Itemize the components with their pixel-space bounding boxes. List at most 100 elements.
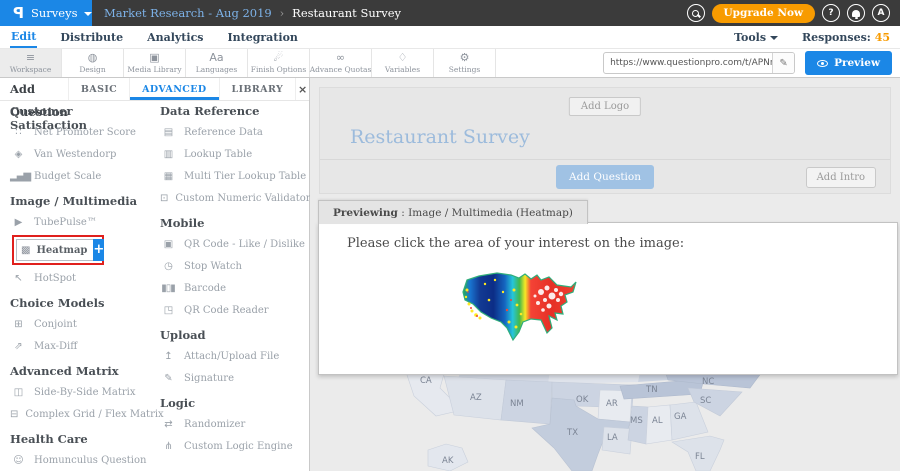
state-label: FL [695,452,705,462]
state-label: GA [674,412,687,422]
edit-url-button[interactable]: ✎ [772,53,794,73]
nps-icon: ∷ [10,127,26,138]
survey-url-field[interactable]: https://www.questionpro.com/t/APNrFZ ✎ [603,52,795,74]
branch-icon: ⋔ [160,441,176,452]
preview-button[interactable]: Preview [805,51,892,75]
tab-advanced[interactable]: ADVANCED [129,78,218,100]
toolbar-tab-finish-options[interactable]: ☄ Finish Options [248,49,310,77]
state-label: NC [702,377,714,387]
toolbar-tab-design[interactable]: ◍ Design [62,49,124,77]
brand-surveys-menu[interactable]: P Surveys [0,0,92,26]
toolbar-tab-advance-quotas[interactable]: ∞ Advance Quotas [310,49,372,77]
survey-url[interactable]: https://www.questionpro.com/t/APNrFZ [604,53,772,73]
qtype-homunculus[interactable]: ☺Homunculus Question [10,449,150,471]
qtype-van-westendorp[interactable]: ◈Van Westendorp [10,143,150,165]
upload-icon: ↥ [160,351,176,362]
breadcrumb-separator: › [280,7,284,20]
add-heatmap-button[interactable]: + [93,239,104,261]
toolbar-tab-settings[interactable]: ⚙ Settings [434,49,496,77]
qtype-signature[interactable]: ✎Signature [160,367,309,389]
section-upload: Upload [160,328,309,342]
notifications-button[interactable] [847,4,865,22]
usa-heatmap-image[interactable] [459,270,581,348]
tab-basic[interactable]: BASIC [68,78,129,100]
toolbar-tab-workspace[interactable]: ≡ Workspace [0,49,62,77]
barcode-icon: ▮▯▮ [160,283,176,294]
add-question-panel: Add Question BASIC ADVANCED LIBRARY × Cu… [0,78,310,471]
toolbar-tab-languages[interactable]: Aa Languages [186,49,248,77]
flex-grid-icon: ⊟ [10,409,17,420]
state-label: OK [576,395,589,405]
table-icon: ▥ [160,149,176,160]
qtype-qr-code-reader[interactable]: ◳QR Code Reader [160,299,309,321]
image-icon: ▩ [21,245,30,256]
section-advanced-matrix: Advanced Matrix [10,364,150,378]
magic-wand-icon: ☄ [274,52,284,64]
state-label: AL [652,416,663,426]
cursor-icon: ↖ [10,273,26,284]
tab-library[interactable]: LIBRARY [219,78,296,100]
qtype-complex-grid[interactable]: ⊟Complex Grid / Flex Matrix [10,403,150,425]
responses-count[interactable]: Responses: 45 [802,31,890,44]
qtype-stop-watch[interactable]: ◷Stop Watch [160,255,309,277]
qtype-reference-data[interactable]: ▤Reference Data [160,121,309,143]
qtype-multi-tier-lookup[interactable]: ▦Multi Tier Lookup Table [160,165,309,187]
image-icon: ▣ [149,52,159,64]
upgrade-now-button[interactable]: Upgrade Now [712,4,816,23]
qtype-budget-scale[interactable]: ▂▄▆Budget Scale [10,165,150,187]
bar-chart-icon: ▂▄▆ [10,171,26,182]
qtype-heatmap[interactable]: ▩ Heatmap + [16,239,100,261]
qr-scan-icon: ◳ [160,305,176,316]
state-label: MS [630,416,643,426]
grid-icon: ⊞ [10,319,26,330]
section-image-multimedia: Image / Multimedia [10,194,150,208]
search-button[interactable] [687,4,705,22]
breadcrumb-folder[interactable]: Market Research - Aug 2019 [104,6,272,20]
matrix-icon: ◫ [10,387,26,398]
qtype-attach-upload-file[interactable]: ↥Attach/Upload File [160,345,309,367]
preview-panel: Please click the area of your interest o… [318,222,898,375]
nav-distribute[interactable]: Distribute [59,28,124,47]
help-button[interactable]: ? [822,4,840,22]
add-logo-button[interactable]: Add Logo [569,97,641,116]
survey-canvas: CA AZ NM OK AR TN NC SC MS AL GA TX LA F… [310,78,900,471]
body-icon: ☺ [10,455,26,466]
close-icon[interactable]: × [295,78,309,100]
add-intro-button[interactable]: Add Intro [806,167,876,188]
wand-icon: ⇗ [10,341,26,352]
section-logic: Logic [160,396,309,410]
nav-edit[interactable]: Edit [10,27,37,48]
product-name: Surveys [31,6,77,20]
add-question-button[interactable]: Add Question [556,165,654,189]
qtype-lookup-table[interactable]: ▥Lookup Table [160,143,309,165]
qtype-barcode[interactable]: ▮▯▮Barcode [160,277,309,299]
shuffle-icon: ⇄ [160,419,176,430]
tag-icon: ♢ [398,52,408,64]
nav-integration[interactable]: Integration [226,28,298,47]
avatar[interactable]: A [872,4,890,22]
search-icon [692,10,699,17]
state-label: NM [510,399,524,409]
qtype-tubepulse[interactable]: ▶TubePulse™ [10,211,150,233]
qtype-randomizer[interactable]: ⇄Randomizer [160,413,309,435]
bell-icon [852,10,860,17]
tools-menu[interactable]: Tools [734,31,778,44]
stopwatch-icon: ◷ [160,261,176,272]
qtype-qr-like-dislike[interactable]: ▣QR Code - Like / Dislike [160,233,309,255]
eye-icon [817,60,828,67]
qtype-custom-logic-engine[interactable]: ⋔Custom Logic Engine [160,435,309,457]
edit-toolbar: ≡ Workspace ◍ Design ▣ Media Library Aa … [0,48,900,78]
qtype-hotspot[interactable]: ↖HotSpot [10,267,150,289]
caret-down-icon [770,36,778,40]
toolbar-tab-media-library[interactable]: ▣ Media Library [124,49,186,77]
qtype-side-by-side-matrix[interactable]: ◫Side-By-Side Matrix [10,381,150,403]
section-customer-satisfaction: Customer Satisfaction [10,104,150,118]
qtype-custom-numeric-validator[interactable]: ⊡Custom Numeric Validator [160,187,309,209]
survey-title[interactable]: Restaurant Survey [350,126,530,148]
validator-icon: ⊡ [160,193,167,204]
qtype-max-diff[interactable]: ⇗Max-Diff [10,335,150,357]
qtype-conjoint[interactable]: ⊞Conjoint [10,313,150,335]
section-nav: Edit Distribute Analytics Integration To… [0,26,900,48]
toolbar-tab-variables[interactable]: ♢ Variables [372,49,434,77]
nav-analytics[interactable]: Analytics [146,28,204,47]
